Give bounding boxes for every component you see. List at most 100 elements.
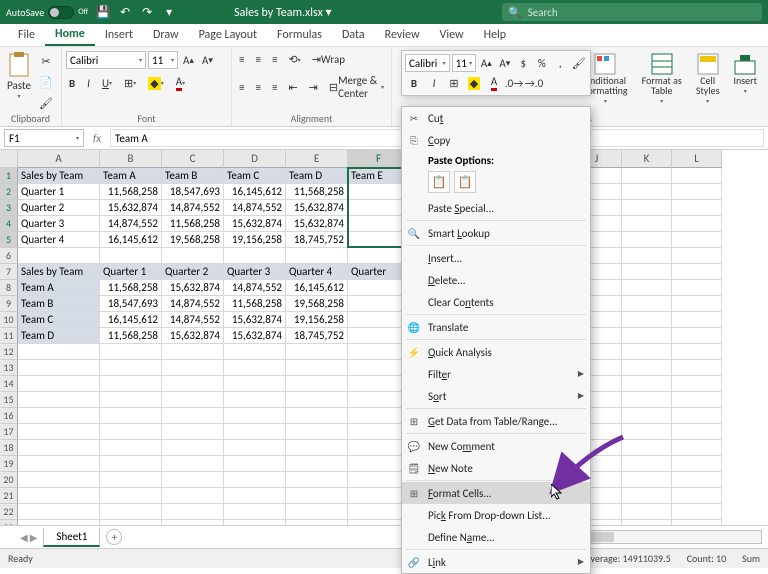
- ctx-filter[interactable]: Filter▶: [402, 363, 590, 385]
- mini-shrink-font-icon[interactable]: A▾: [497, 54, 513, 72]
- row-header[interactable]: 23: [0, 520, 18, 525]
- row-header[interactable]: 22: [0, 504, 18, 520]
- cell[interactable]: [100, 488, 162, 504]
- cell[interactable]: [286, 488, 348, 504]
- ctx-cut[interactable]: ✂Cut: [402, 107, 590, 129]
- cell[interactable]: [162, 504, 224, 520]
- border-icon[interactable]: ⊞▾: [121, 75, 139, 92]
- redo-icon[interactable]: ↷: [140, 5, 154, 19]
- cell[interactable]: [622, 232, 672, 248]
- ctx-pick-list[interactable]: Pick From Drop-down List...: [402, 504, 590, 526]
- cell[interactable]: [18, 248, 100, 264]
- cell[interactable]: Quarter 3: [18, 216, 100, 232]
- cell[interactable]: [162, 424, 224, 440]
- cell[interactable]: [286, 456, 348, 472]
- insert-cells-button[interactable]: Insert▾: [731, 51, 761, 97]
- cell[interactable]: [286, 360, 348, 376]
- cell[interactable]: [622, 424, 672, 440]
- cell[interactable]: 11,568,258: [100, 328, 162, 344]
- cell[interactable]: [162, 248, 224, 264]
- cell[interactable]: [100, 248, 162, 264]
- cell[interactable]: [622, 168, 672, 184]
- name-box[interactable]: F1▾: [4, 129, 84, 147]
- cell[interactable]: Quarter 2: [162, 264, 224, 280]
- row-header[interactable]: 16: [0, 408, 18, 424]
- cell[interactable]: [100, 472, 162, 488]
- cell[interactable]: Sales by Team: [18, 264, 100, 280]
- bold-button[interactable]: B: [66, 75, 78, 92]
- qat-more-icon[interactable]: ▾: [162, 5, 176, 19]
- font-color-icon[interactable]: A▾: [173, 73, 188, 93]
- underline-button[interactable]: U▾: [99, 75, 115, 92]
- cell[interactable]: [224, 440, 286, 456]
- cell[interactable]: [100, 408, 162, 424]
- cell[interactable]: [622, 520, 672, 525]
- cell[interactable]: [672, 504, 722, 520]
- row-header[interactable]: 6: [0, 248, 18, 264]
- autosave-toggle[interactable]: [48, 6, 74, 19]
- cell[interactable]: [224, 488, 286, 504]
- tab-file[interactable]: File: [8, 24, 45, 46]
- cell[interactable]: [286, 424, 348, 440]
- mini-grow-font-icon[interactable]: A▴: [478, 54, 494, 72]
- row-header[interactable]: 9: [0, 296, 18, 312]
- align-right-icon[interactable]: ≡: [269, 79, 280, 96]
- cell[interactable]: [18, 520, 100, 525]
- col-header[interactable]: E: [286, 150, 348, 168]
- cell[interactable]: [286, 472, 348, 488]
- cell[interactable]: [672, 408, 722, 424]
- copy-icon[interactable]: 📄: [36, 74, 56, 91]
- cell[interactable]: [224, 392, 286, 408]
- cell[interactable]: 15,632,874: [286, 200, 348, 216]
- cell[interactable]: [224, 408, 286, 424]
- cell[interactable]: 19,156,258: [286, 312, 348, 328]
- col-header[interactable]: L: [672, 150, 722, 168]
- cell[interactable]: [286, 248, 348, 264]
- cell[interactable]: [100, 424, 162, 440]
- autosave[interactable]: AutoSave Off: [6, 6, 88, 19]
- cell[interactable]: [18, 456, 100, 472]
- shrink-font-icon[interactable]: A▾: [199, 52, 216, 69]
- col-header[interactable]: C: [162, 150, 224, 168]
- col-header[interactable]: K: [622, 150, 672, 168]
- cell[interactable]: 11,568,258: [162, 216, 224, 232]
- cell[interactable]: [622, 328, 672, 344]
- indent-inc-icon[interactable]: ⇥: [306, 79, 321, 96]
- cell[interactable]: Quarter 4: [286, 264, 348, 280]
- row-header[interactable]: 2: [0, 184, 18, 200]
- cell[interactable]: [672, 200, 722, 216]
- cell[interactable]: 11,568,258: [286, 184, 348, 200]
- format-painter-icon[interactable]: 🖌: [36, 95, 56, 112]
- cell[interactable]: [672, 488, 722, 504]
- cell[interactable]: [672, 328, 722, 344]
- cell[interactable]: [162, 440, 224, 456]
- align-top-icon[interactable]: ≡: [236, 51, 247, 68]
- cell[interactable]: [18, 488, 100, 504]
- cell[interactable]: [18, 440, 100, 456]
- tab-formulas[interactable]: Formulas: [267, 24, 332, 46]
- cell[interactable]: Quarter 4: [18, 232, 100, 248]
- cell[interactable]: 19,568,258: [286, 296, 348, 312]
- cell[interactable]: 18,547,693: [100, 296, 162, 312]
- cell[interactable]: 14,874,552: [162, 200, 224, 216]
- paste-values-icon[interactable]: 📋: [454, 171, 476, 193]
- indent-dec-icon[interactable]: ⇤: [285, 79, 300, 96]
- tab-page-layout[interactable]: Page Layout: [189, 24, 267, 46]
- cell[interactable]: [18, 392, 100, 408]
- mini-dec-dec-icon[interactable]: →.0: [525, 74, 543, 92]
- cell[interactable]: [672, 392, 722, 408]
- cell[interactable]: [622, 440, 672, 456]
- row-header[interactable]: 15: [0, 392, 18, 408]
- add-sheet-button[interactable]: +: [106, 529, 122, 545]
- cell[interactable]: [286, 504, 348, 520]
- cell[interactable]: [672, 232, 722, 248]
- format-table-button[interactable]: Format as Table▾: [639, 51, 685, 107]
- col-header[interactable]: D: [224, 150, 286, 168]
- row-header[interactable]: 14: [0, 376, 18, 392]
- cell[interactable]: Team B: [18, 296, 100, 312]
- mini-font-color-icon[interactable]: A: [485, 74, 503, 92]
- cell[interactable]: [672, 456, 722, 472]
- cell[interactable]: [672, 472, 722, 488]
- row-header[interactable]: 20: [0, 472, 18, 488]
- tab-view[interactable]: View: [430, 24, 474, 46]
